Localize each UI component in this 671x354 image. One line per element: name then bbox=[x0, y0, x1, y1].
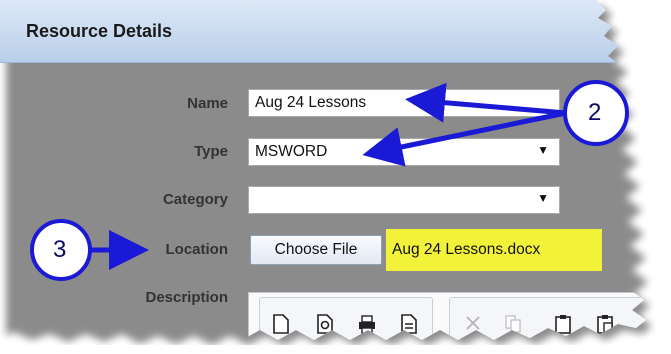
choose-file-button[interactable]: Choose File bbox=[250, 235, 382, 265]
name-label: Name bbox=[187, 95, 228, 112]
selected-file-name: Aug 24 Lessons.docx bbox=[386, 229, 602, 271]
panel-title: Resource Details bbox=[26, 21, 173, 41]
cut-icon[interactable] bbox=[464, 314, 482, 334]
type-select-value: MSWORD bbox=[255, 143, 328, 160]
callout-3-number: 3 bbox=[53, 236, 67, 263]
new-document-icon[interactable] bbox=[272, 314, 290, 334]
type-select[interactable]: MSWORD ▼ bbox=[248, 138, 560, 166]
resource-details-panel: Resource Details Name Aug 24 Lessons Typ… bbox=[0, 0, 671, 345]
type-label: Type bbox=[194, 143, 228, 160]
name-input-value: Aug 24 Lessons bbox=[255, 94, 367, 111]
caret-down-icon: ▼ bbox=[537, 191, 549, 205]
category-label: Category bbox=[162, 191, 228, 208]
description-label: Description bbox=[145, 289, 228, 306]
name-input[interactable]: Aug 24 Lessons bbox=[248, 89, 560, 117]
callout-2-number: 2 bbox=[588, 99, 602, 126]
category-select[interactable]: ▼ bbox=[248, 186, 560, 214]
panel-header: Resource Details bbox=[0, 0, 671, 63]
location-label: Location bbox=[165, 241, 228, 258]
caret-down-icon: ▼ bbox=[537, 143, 549, 157]
paste-icon[interactable] bbox=[554, 314, 572, 334]
